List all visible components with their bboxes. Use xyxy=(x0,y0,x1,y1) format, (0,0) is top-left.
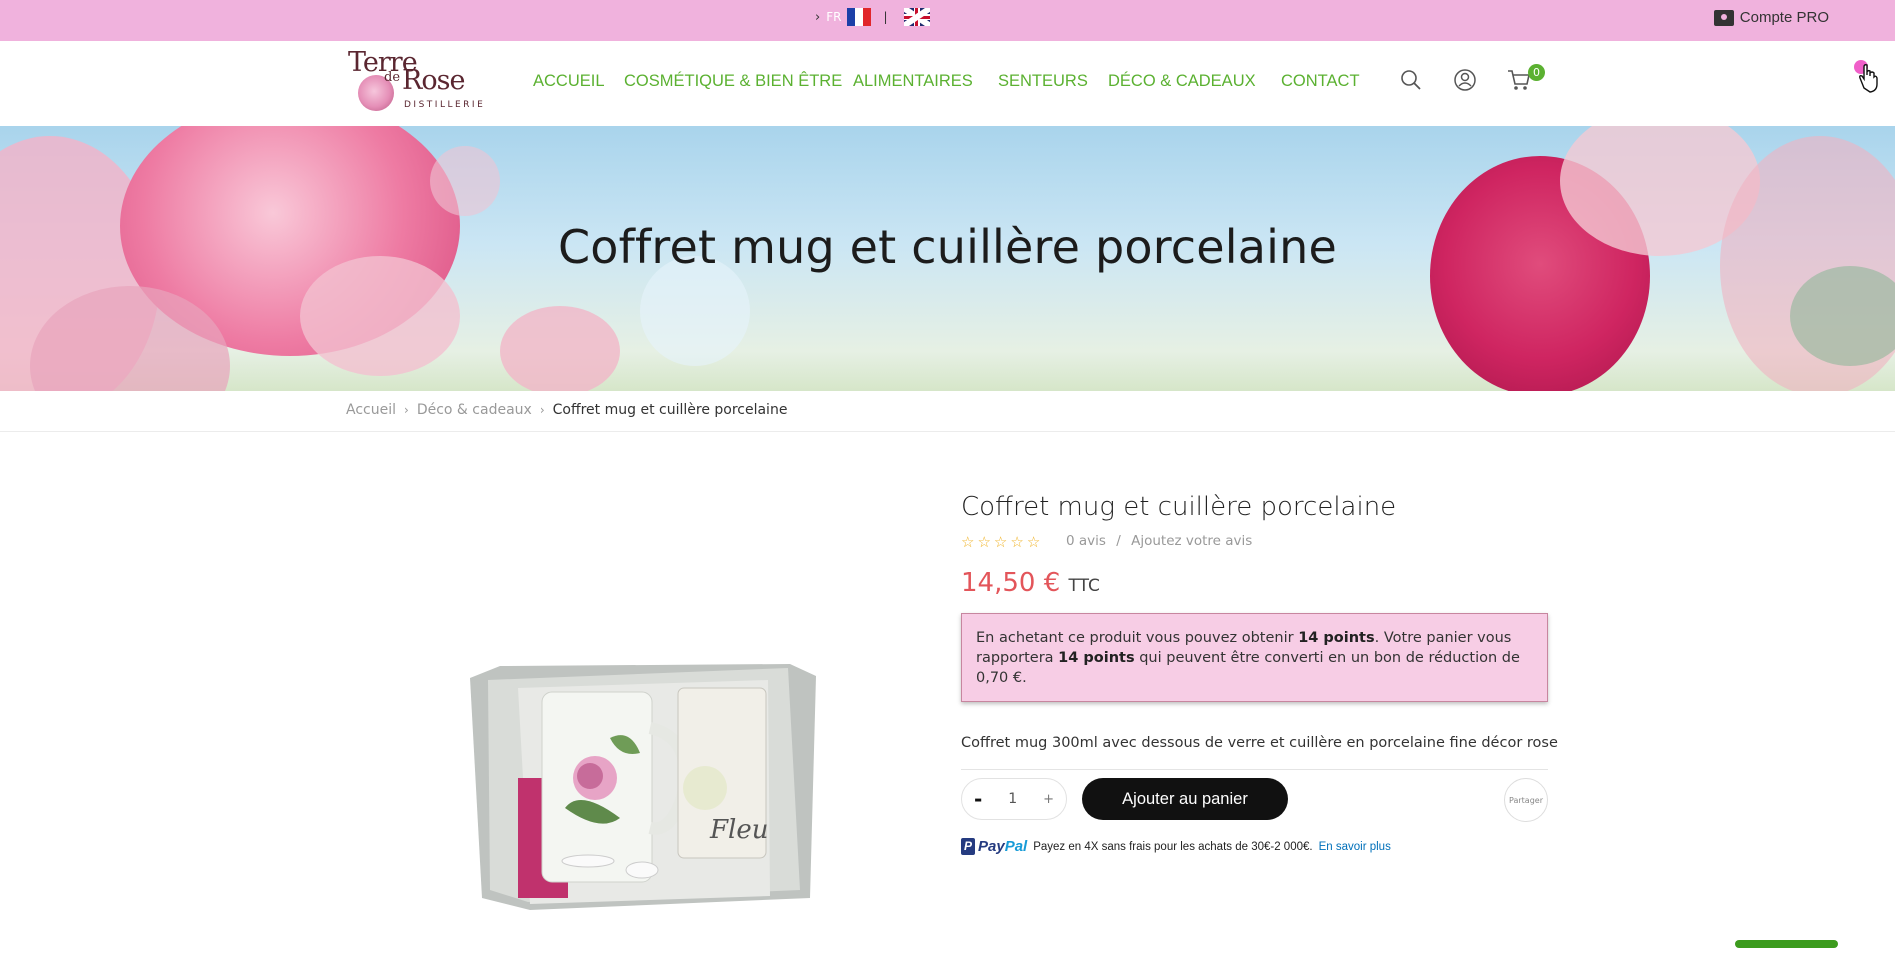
chevron-right-icon: › xyxy=(815,9,821,25)
quantity-input[interactable]: 1 xyxy=(1008,791,1017,807)
quantity-increase-button[interactable]: + xyxy=(1043,792,1054,807)
share-button[interactable]: Partager xyxy=(1504,778,1548,822)
loyalty-points-box: En achetant ce produit vous pouvez obten… xyxy=(961,613,1548,702)
divider xyxy=(961,769,1548,770)
loyalty-points: 14 points xyxy=(1298,630,1375,646)
folder-user-icon xyxy=(1713,9,1734,26)
product-title: Coffret mug et cuillère porcelaine xyxy=(961,492,1397,522)
page-banner-title: Coffret mug et cuillère porcelaine xyxy=(557,220,1337,274)
nav-deco-cadeaux[interactable]: DÉCO & CADEAUX xyxy=(1108,72,1256,91)
nav-cosmetique[interactable]: COSMÉTIQUE & BIEN ÊTRE xyxy=(624,72,842,91)
product-price: 14,50 € TTC xyxy=(961,568,1100,598)
star-empty-icon: ☆ xyxy=(993,533,1008,551)
nav-alimentaires[interactable]: ALIMENTAIRES xyxy=(853,72,973,91)
paypal-icon: P xyxy=(961,838,975,855)
quantity-decrease-button[interactable]: - xyxy=(974,787,982,811)
hand-pointer-icon[interactable] xyxy=(1852,58,1882,94)
product-short-description: Coffret mug 300ml avec dessous de verre … xyxy=(961,735,1558,751)
hero-banner: Coffret mug et cuillère porcelaine xyxy=(0,126,1895,391)
price-tax-suffix: TTC xyxy=(1068,576,1100,596)
main-header: Terre de Rose DISTILLERIE ACCUEIL COSMÉT… xyxy=(0,41,1895,126)
star-empty-icon: ☆ xyxy=(977,533,991,551)
cart-count-badge: 0 xyxy=(1528,64,1545,81)
rating-stars: ☆ ☆ ☆ ☆ ☆ xyxy=(961,533,1040,551)
star-empty-icon: ☆ xyxy=(961,533,975,551)
language-switcher: › FR | xyxy=(815,8,930,26)
add-to-cart-button[interactable]: Ajouter au panier xyxy=(1082,778,1288,820)
price-value: 14,50 € xyxy=(961,568,1061,598)
reviews-separator: / xyxy=(1116,533,1121,549)
chevron-right-icon: › xyxy=(539,403,545,417)
user-account-icon[interactable] xyxy=(1452,67,1478,93)
breadcrumb-current: Coffret mug et cuillère porcelaine xyxy=(552,402,788,418)
product-image[interactable]: Fleu xyxy=(470,658,816,910)
english-flag-icon[interactable] xyxy=(903,8,930,26)
breadcrumb-home[interactable]: Accueil xyxy=(346,402,396,418)
nav-senteurs[interactable]: SENTEURS xyxy=(998,72,1088,91)
pro-account-link[interactable]: Compte PRO xyxy=(1713,9,1829,26)
search-icon[interactable] xyxy=(1398,67,1424,93)
site-logo[interactable]: Terre de Rose DISTILLERIE xyxy=(346,47,486,115)
reviews-count[interactable]: 0 avis xyxy=(1066,533,1106,549)
divider xyxy=(0,431,1895,432)
paypal-message: Payez en 4X sans frais pour les achats d… xyxy=(1033,840,1313,853)
svg-text:Fleu: Fleu xyxy=(709,815,769,845)
paypal-learn-more-link[interactable]: En savoir plus xyxy=(1319,841,1391,853)
reviews-info: 0 avis / Ajoutez votre avis xyxy=(1066,533,1252,549)
scroll-indicator xyxy=(1735,940,1838,948)
pro-account-label: Compte PRO xyxy=(1739,9,1829,26)
nav-contact[interactable]: CONTACT xyxy=(1281,72,1360,91)
cart-loyalty-points: 14 points xyxy=(1058,650,1135,666)
paypal-logo: P Pay Pal xyxy=(961,838,1027,855)
nav-accueil[interactable]: ACCUEIL xyxy=(533,72,605,91)
french-flag-icon[interactable] xyxy=(847,8,872,26)
paypal-installments: P Pay Pal Payez en 4X sans frais pour les… xyxy=(961,838,1391,855)
breadcrumb-category[interactable]: Déco & cadeaux xyxy=(417,402,532,418)
add-review-link[interactable]: Ajoutez votre avis xyxy=(1131,533,1252,549)
language-code[interactable]: FR xyxy=(826,10,841,24)
chevron-right-icon: › xyxy=(404,403,409,417)
quantity-stepper[interactable]: - 1 + xyxy=(961,778,1067,820)
breadcrumb: Accueil › Déco & cadeaux › Coffret mug e… xyxy=(346,402,787,418)
star-empty-icon: ☆ xyxy=(1010,533,1024,551)
language-separator: | xyxy=(883,10,888,24)
star-empty-icon: ☆ xyxy=(1026,533,1041,551)
top-bar: › FR | Compte PRO xyxy=(0,0,1895,41)
